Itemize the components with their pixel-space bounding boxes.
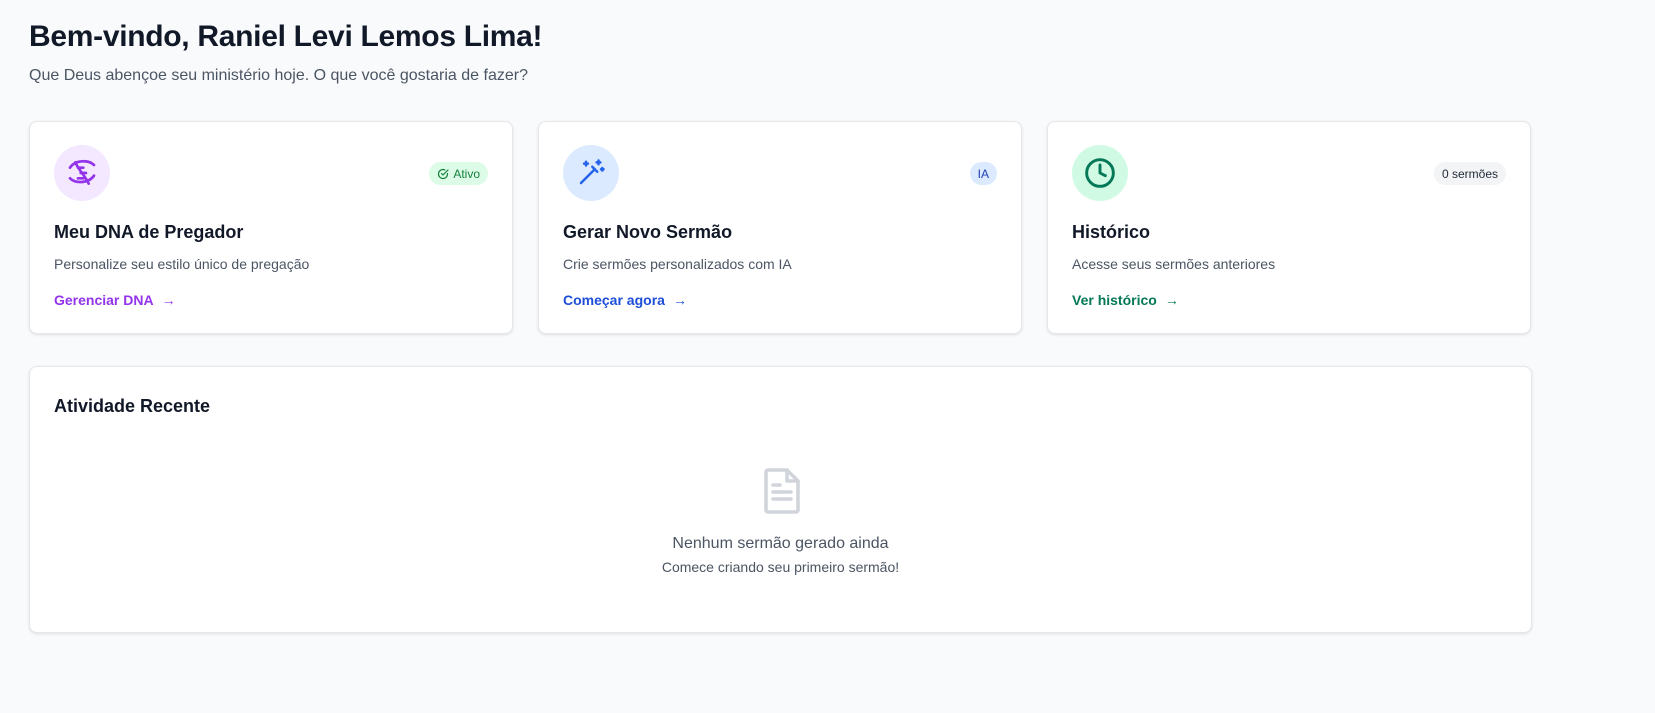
magic-wand-icon (563, 145, 619, 201)
history-card[interactable]: 0 sermões Histórico Acesse seus sermões … (1047, 121, 1531, 334)
status-badge: Ativo (429, 162, 488, 185)
link-label: Gerenciar DNA (54, 292, 154, 308)
document-icon (762, 467, 802, 520)
link-label: Começar agora (563, 292, 665, 308)
arrow-right-icon: → (161, 292, 176, 308)
recent-activity-title: Atividade Recente (54, 396, 211, 416)
page-title: Bem-vindo, Raniel Levi Lemos Lima! (29, 20, 543, 53)
card-description: Acesse seus sermões anteriores (1072, 256, 1276, 272)
dna-card[interactable]: Ativo Meu DNA de Pregador Personalize se… (29, 121, 513, 334)
link-label: Ver histórico (1072, 292, 1157, 308)
sermon-count-label: 0 sermões (1441, 166, 1498, 181)
card-title: Gerar Novo Sermão (563, 222, 733, 242)
arrow-right-icon: → (1164, 292, 1179, 308)
clock-icon (1072, 145, 1128, 201)
page-subtitle: Que Deus abençoe seu ministério hoje. O … (29, 67, 528, 84)
ai-badge-label: IA (977, 166, 989, 181)
card-description: Personalize seu estilo único de pregação (54, 256, 310, 272)
status-badge-label: Ativo (453, 166, 480, 181)
dna-icon (54, 145, 110, 201)
start-now-link[interactable]: Começar agora → (563, 292, 687, 308)
empty-state-subtitle: Comece criando seu primeiro sermão! (661, 559, 900, 575)
ai-badge: IA (969, 162, 997, 185)
recent-activity-panel: Atividade Recente Nenhum sermão gerado a… (29, 366, 1532, 633)
sermon-count-badge: 0 sermões (1433, 162, 1506, 185)
empty-state-title: Nenhum sermão gerado ainda (672, 535, 889, 552)
arrow-right-icon: → (672, 292, 687, 308)
view-history-link[interactable]: Ver histórico → (1072, 292, 1179, 308)
manage-dna-link[interactable]: Gerenciar DNA → (54, 292, 176, 308)
generate-sermon-card[interactable]: IA Gerar Novo Sermão Crie sermões person… (538, 121, 1022, 334)
card-title: Histórico (1072, 222, 1151, 242)
card-title: Meu DNA de Pregador (54, 222, 244, 242)
card-description: Crie sermões personalizados com IA (563, 256, 792, 272)
check-circle-icon (438, 168, 449, 179)
